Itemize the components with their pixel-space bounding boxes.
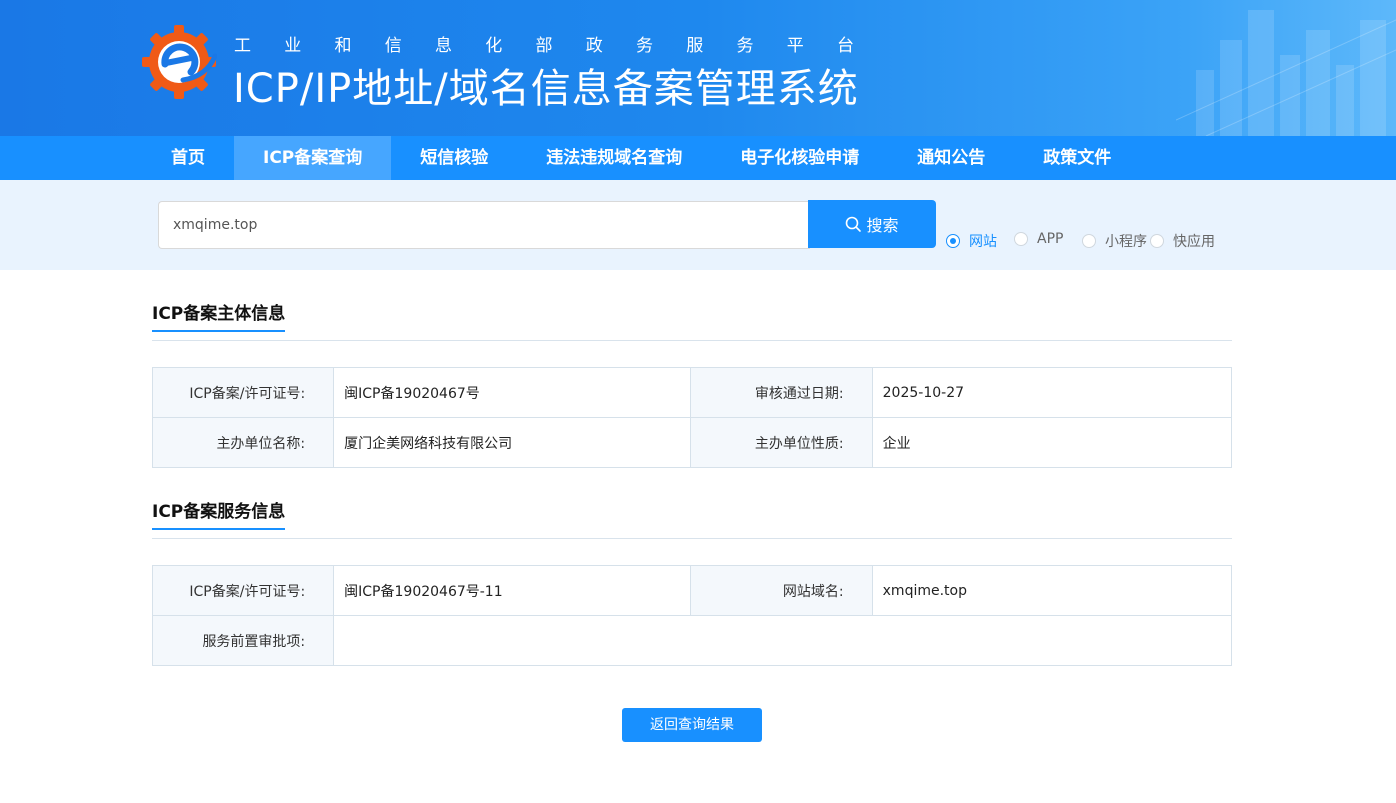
approval-items-label: 服务前置审批项: [151,615,335,666]
logo-icon [142,25,217,99]
subtitle-char: 部 [535,36,553,56]
radio-label: 网站 [969,234,997,250]
search-button[interactable]: 搜索 [808,200,936,248]
header-subtitle: 工 业 和 信 息 化 部 政 务 服 务 平 台 [234,31,854,56]
subtitle-char: 台 [837,36,854,56]
subtitle-char: 信 [384,36,402,56]
license-label: ICP备案/许可证号: [151,367,335,418]
service-license-value: 闽ICP备19020467号-11 [333,565,692,616]
city-skyline-decoration [1176,10,1396,136]
radio-mini-program[interactable]: 小程序 [1082,231,1147,251]
org-name-value: 厦门企美网络科技有限公司 [333,417,692,468]
license-value: 闽ICP备19020467号 [333,367,692,418]
radio-label: 小程序 [1105,234,1147,250]
subtitle-char: 平 [786,36,804,56]
radio-label: APP [1037,231,1064,247]
nav-item-policy-docs[interactable]: 政策文件 [1014,136,1140,180]
search-input[interactable] [158,201,810,249]
radio-indicator [1014,232,1028,246]
subtitle-char: 务 [736,36,754,56]
subtitle-char: 息 [435,36,452,56]
nav-item-home[interactable]: 首页 [142,136,234,180]
search-band: 搜索 网站 APP 小程序 快应用 [0,180,1396,270]
subtitle-char: 务 [636,36,653,56]
nav-item-notices[interactable]: 通知公告 [888,136,1014,180]
subject-info-header: ICP备案主体信息 [152,299,1232,341]
org-type-value: 企业 [871,417,1233,468]
service-info-table: ICP备案/许可证号: 闽ICP备19020467号-11 网站域名: xmqi… [151,565,1233,666]
search-button-label: 搜索 [866,216,899,235]
service-info-header: ICP备案服务信息 [152,497,1232,539]
nav-item-icp-query[interactable]: ICP备案查询 [234,136,392,180]
radio-indicator [1082,234,1096,248]
radio-indicator [946,234,960,248]
radio-indicator [1150,234,1164,248]
nav-item-illegal-domain-query[interactable]: 违法违规域名查询 [517,136,711,180]
table-row: ICP备案/许可证号: 闽ICP备19020467号 审核通过日期: 2025-… [151,367,1233,418]
subtitle-char: 化 [485,36,503,56]
approval-items-value [333,615,1232,666]
approve-date-label: 审核通过日期: [690,367,873,418]
page-title: ICP/IP地址/域名信息备案管理系统 [233,66,859,112]
subject-info-title: ICP备案主体信息 [152,299,286,332]
subject-info-table: ICP备案/许可证号: 闽ICP备19020467号 审核通过日期: 2025-… [151,367,1233,468]
nav-item-e-verify-apply[interactable]: 电子化核验申请 [711,136,888,180]
subtitle-char: 业 [284,36,302,56]
subtitle-char: 服 [686,36,704,56]
main-nav: 首页 ICP备案查询 短信核验 违法违规域名查询 电子化核验申请 通知公告 政策… [0,136,1396,180]
subtitle-char: 和 [334,36,352,56]
table-row: 服务前置审批项: [151,615,1232,666]
back-to-results-button[interactable]: 返回查询结果 [622,708,762,742]
service-license-label: ICP备案/许可证号: [151,565,335,616]
org-name-label: 主办单位名称: [151,417,335,468]
org-type-label: 主办单位性质: [690,417,873,468]
table-row: 主办单位名称: 厦门企美网络科技有限公司 主办单位性质: 企业 [151,417,1233,468]
subtitle-char: 工 [234,36,251,56]
domain-label: 网站域名: [690,565,873,616]
domain-value: xmqime.top [871,565,1233,616]
table-row: ICP备案/许可证号: 闽ICP备19020467号-11 网站域名: xmqi… [151,565,1233,616]
radio-app[interactable]: APP [1014,231,1063,247]
radio-website[interactable]: 网站 [946,231,997,251]
radio-quick-app[interactable]: 快应用 [1150,231,1215,251]
service-info-title: ICP备案服务信息 [152,497,286,530]
approve-date-value: 2025-10-27 [871,367,1233,418]
radio-label: 快应用 [1173,234,1215,250]
subtitle-char: 政 [585,36,603,56]
search-icon [846,216,862,232]
page-header: 工 业 和 信 息 化 部 政 务 服 务 平 台 ICP/IP地址/域名信息备… [0,0,1396,136]
nav-item-sms-verify[interactable]: 短信核验 [391,136,517,180]
